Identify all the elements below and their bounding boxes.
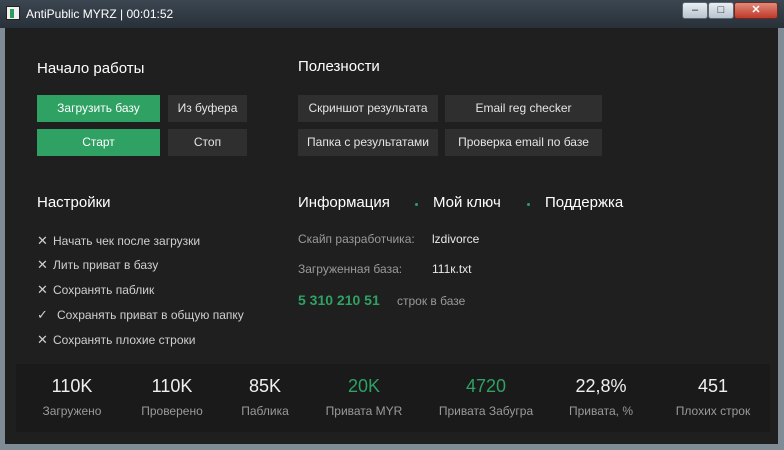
skype-value: lzdivorce — [432, 232, 480, 246]
setting-save-public[interactable]: ✕ Сохранять паблик — [37, 282, 154, 298]
stat-bad-rows: 451 Плохих строк — [675, 376, 751, 418]
skype-label: Скайп разработчика: — [298, 232, 415, 246]
minimize-button[interactable]: – — [682, 2, 708, 19]
screenshot-button[interactable]: Скриншот результата — [298, 95, 438, 122]
setting-save-bad-rows[interactable]: ✕ Сохранять плохие строки — [37, 332, 195, 348]
start-button[interactable]: Старт — [37, 129, 160, 156]
start-heading: Начало работы — [37, 60, 145, 77]
x-mark-icon: ✕ — [37, 332, 48, 347]
separator-dot — [527, 203, 530, 206]
tab-support[interactable]: Поддержка — [545, 194, 623, 211]
from-clipboard-button[interactable]: Из буфера — [168, 95, 247, 122]
setting-pour-private[interactable]: ✕ Лить приват в базу — [37, 257, 158, 273]
stat-public: 85K Паблика — [241, 376, 289, 418]
email-reg-checker-button[interactable]: Email reg checker — [445, 95, 602, 122]
loaded-db-value: 111к.txt — [432, 262, 472, 276]
x-mark-icon: ✕ — [37, 233, 48, 248]
load-db-button[interactable]: Загрузить базу — [37, 95, 160, 122]
setting-save-private-common[interactable]: ✓ Сохранять приват в общую папку — [37, 307, 244, 323]
x-mark-icon: ✕ — [37, 257, 48, 272]
loaded-db-label: Загруженная база: — [298, 262, 403, 276]
stat-private-abroad: 4720 Привата Забугра — [438, 376, 534, 418]
app-logo-icon — [6, 6, 20, 20]
window-title: AntiPublic MYRZ | 00:01:52 — [26, 7, 174, 21]
stat-private-percent: 22,8% Привата, % — [568, 376, 634, 418]
x-mark-icon: ✕ — [37, 282, 48, 297]
stat-loaded: 110K Загружено — [42, 376, 102, 418]
stat-private-myr: 20K Привата MYR — [325, 376, 403, 418]
tab-info[interactable]: Информация — [298, 194, 390, 211]
settings-heading: Настройки — [37, 194, 111, 211]
tab-my-key[interactable]: Мой ключ — [433, 194, 501, 211]
app-window: AntiPublic MYRZ | 00:01:52 – □ ✕ Начало … — [0, 0, 784, 450]
main-panel: Начало работы Загрузить базу Из буфера С… — [5, 28, 778, 444]
results-folder-button[interactable]: Папка с результатами — [298, 129, 438, 156]
separator-dot — [415, 203, 418, 206]
email-check-button[interactable]: Проверка email по базе — [445, 129, 602, 156]
setting-start-check-after-load[interactable]: ✕ Начать чек после загрузки — [37, 233, 200, 249]
rows-count: 5 310 210 51 — [298, 292, 380, 308]
utilities-heading: Полезности — [298, 58, 380, 75]
check-mark-icon: ✓ — [37, 307, 48, 322]
maximize-button[interactable]: □ — [708, 2, 734, 19]
stop-button[interactable]: Стоп — [168, 129, 247, 156]
stats-bar: 110K Загружено 110K Проверено 85K Паблик… — [16, 364, 770, 432]
rows-label: строк в базе — [397, 294, 466, 308]
title-bar[interactable]: AntiPublic MYRZ | 00:01:52 – □ ✕ — [0, 0, 784, 28]
close-button[interactable]: ✕ — [734, 2, 778, 19]
